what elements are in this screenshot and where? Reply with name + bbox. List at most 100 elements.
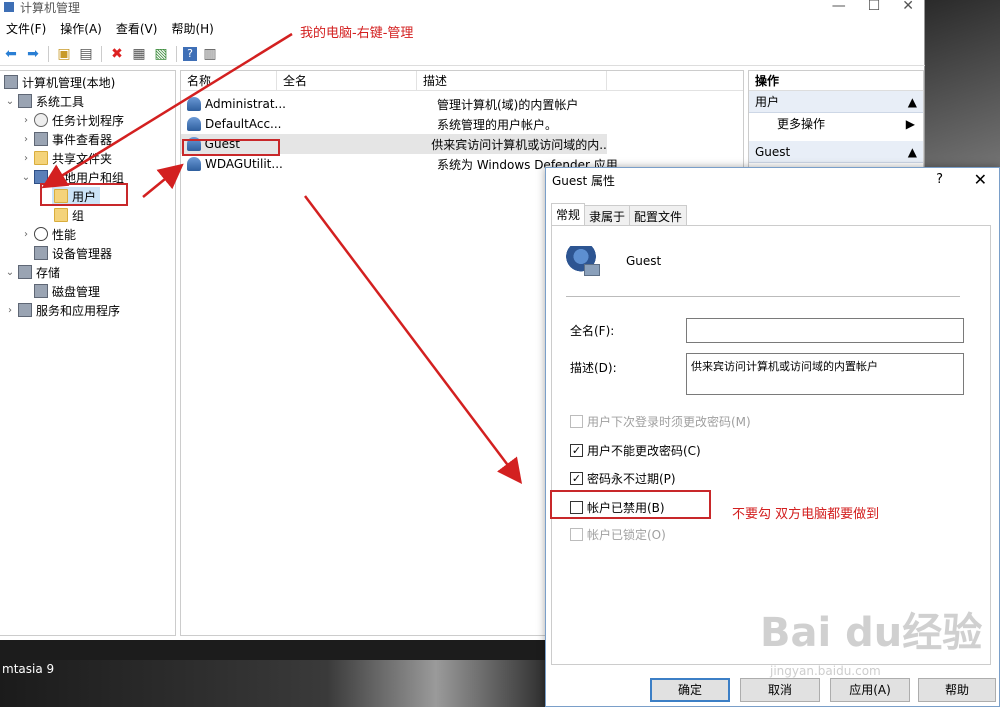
tree-task-scheduler[interactable]: › 任务计划程序 <box>20 111 124 129</box>
tree-disk-management[interactable]: 磁盘管理 <box>32 282 100 300</box>
tree-label: 服务和应用程序 <box>36 303 121 318</box>
shared-folder-icon <box>34 151 48 165</box>
user-icon <box>187 157 201 171</box>
menu-help[interactable]: 帮助(H) <box>171 20 213 40</box>
cancel-button[interactable]: 取消 <box>740 678 820 702</box>
highlight-users-box <box>40 183 128 206</box>
user-icon <box>187 117 201 131</box>
tree-label: 设备管理器 <box>52 246 113 261</box>
chevron-down-icon[interactable]: ⌄ <box>4 267 16 278</box>
actions-pane: 操作 用户 ▲ 更多操作 ▶ Guest ▲ <box>748 70 924 170</box>
highlight-guest-box <box>182 139 280 156</box>
list-item[interactable]: DefaultAcc... 系统管理的用户帐户。 <box>181 114 617 134</box>
title-bar: 计算机管理 <box>0 0 924 15</box>
up-folder-icon[interactable]: ▣ <box>55 45 73 63</box>
tree-services-apps[interactable]: › 服务和应用程序 <box>4 301 120 319</box>
collapse-up-icon[interactable]: ▲ <box>908 141 917 162</box>
menu-file[interactable]: 文件(F) <box>6 20 46 40</box>
tree-label: 共享文件夹 <box>52 151 113 166</box>
actions-section-users[interactable]: 用户 ▲ <box>749 91 923 113</box>
chevron-right-icon[interactable]: › <box>20 115 32 126</box>
check-icon[interactable]: ✓ <box>570 444 583 457</box>
chevron-right-icon[interactable]: › <box>4 305 16 316</box>
tree-label: 组 <box>72 208 85 223</box>
tree-label: 存储 <box>36 265 61 280</box>
help-question-button[interactable]: ? <box>936 172 943 187</box>
user-name: Guest <box>626 254 662 268</box>
chevron-down-icon[interactable]: ⌄ <box>4 96 16 107</box>
properties-icon[interactable]: ▦ <box>130 45 148 63</box>
forward-arrow-icon[interactable]: ➡ <box>24 45 42 63</box>
close-button[interactable]: ✕ <box>902 0 914 14</box>
tree-root[interactable]: 计算机管理(本地) <box>2 73 115 91</box>
row-description: 供来宾访问计算机或访问域的内... <box>431 137 608 152</box>
tree-groups[interactable]: 组 <box>52 206 84 224</box>
account-locked-checkbox[interactable]: 帐户已锁定(O) <box>570 526 666 543</box>
check-icon[interactable]: ✓ <box>570 472 583 485</box>
help-button[interactable]: 帮助 <box>918 678 996 702</box>
back-arrow-icon[interactable]: ⬅ <box>2 45 20 63</box>
watermark-url: jingyan.baidu.com <box>770 664 881 678</box>
collapse-up-icon[interactable]: ▲ <box>908 91 917 112</box>
cannot-change-password-checkbox[interactable]: ✓ 用户不能更改密码(C) <box>570 442 701 459</box>
fullname-input[interactable] <box>686 318 964 343</box>
actions-section-guest[interactable]: Guest ▲ <box>749 141 923 163</box>
column-fullname[interactable]: 全名 <box>277 71 417 90</box>
help-icon[interactable]: ? <box>183 46 197 61</box>
checkbox-label: 用户下次登录时须更改密码(M) <box>587 415 751 429</box>
watermark-brand: Bai du经验 <box>760 610 983 656</box>
tree-label: 性能 <box>52 227 77 242</box>
tree-storage[interactable]: ⌄ 存储 <box>4 263 60 281</box>
console-window-icon[interactable]: ▥ <box>201 45 219 63</box>
services-icon <box>18 303 32 317</box>
tree-device-manager[interactable]: 设备管理器 <box>32 244 112 262</box>
chevron-right-icon[interactable]: › <box>20 229 32 240</box>
menu-action[interactable]: 操作(A) <box>60 20 102 40</box>
toolbar: ⬅ ➡ ▣ ▤ ✖ ▦ ▧ ? ▥ <box>0 42 925 66</box>
computer-icon <box>4 75 18 89</box>
ok-button[interactable]: 确定 <box>650 678 730 702</box>
chevron-right-icon[interactable]: › <box>20 153 32 164</box>
apply-button[interactable]: 应用(A) <box>830 678 910 702</box>
password-never-expires-checkbox[interactable]: ✓ 密码永不过期(P) <box>570 470 676 487</box>
tree-event-viewer[interactable]: › 事件查看器 <box>20 130 112 148</box>
general-tab-panel: Guest 全名(F): 描述(D): 供来宾访问计算机或访问域的内置帐户 用户… <box>551 225 991 665</box>
tree-system-tools[interactable]: ⌄ 系统工具 <box>4 92 84 110</box>
maximize-button[interactable]: ☐ <box>868 0 881 14</box>
description-label: 描述(D): <box>570 361 617 375</box>
dialog-tabs: 常规 隶属于 配置文件 <box>551 203 688 225</box>
minimize-button[interactable]: — <box>832 0 846 14</box>
description-input[interactable]: 供来宾访问计算机或访问域的内置帐户 <box>686 353 964 395</box>
list-item[interactable]: Administrat... 管理计算机(域)的内置帐户 <box>181 94 617 114</box>
chevron-down-icon[interactable]: ⌄ <box>20 172 32 183</box>
divider <box>566 296 960 297</box>
tab-profile[interactable]: 配置文件 <box>629 205 688 225</box>
menu-bar: 文件(F) 操作(A) 查看(V) 帮助(H) <box>0 20 214 40</box>
event-viewer-icon <box>34 132 48 146</box>
taskbar-label[interactable]: mtasia 9 <box>0 660 56 678</box>
toolbar-divider <box>48 45 49 62</box>
console-tree: 计算机管理(本地) ⌄ 系统工具 › 任务计划程序 › 事件查看器 › 共享文件… <box>0 70 176 636</box>
tree-performance[interactable]: › 性能 <box>20 225 76 243</box>
show-hide-tree-icon[interactable]: ▤ <box>77 45 95 63</box>
column-description[interactable]: 描述 <box>417 71 607 90</box>
more-actions-label: 更多操作 <box>777 117 826 131</box>
disk-icon <box>34 284 48 298</box>
tree-shared-folders[interactable]: › 共享文件夹 <box>20 149 112 167</box>
tab-general[interactable]: 常规 <box>551 203 586 225</box>
must-change-password-checkbox[interactable]: 用户下次登录时须更改密码(M) <box>570 413 751 430</box>
menu-view[interactable]: 查看(V) <box>116 20 158 40</box>
more-actions-item[interactable]: 更多操作 ▶ <box>749 113 923 135</box>
performance-icon <box>34 227 48 241</box>
dialog-close-button[interactable]: ✕ <box>974 170 987 189</box>
export-list-icon[interactable]: ▧ <box>152 45 170 63</box>
column-name[interactable]: 名称 <box>181 71 277 90</box>
chevron-right-icon[interactable]: › <box>20 134 32 145</box>
row-name: DefaultAcc... <box>205 117 282 131</box>
toolbar-divider <box>176 45 177 62</box>
checkbox-box[interactable] <box>570 528 583 541</box>
checkbox-box[interactable] <box>570 415 583 428</box>
delete-icon[interactable]: ✖ <box>108 45 126 63</box>
tab-member-of[interactable]: 隶属于 <box>584 205 631 225</box>
fullname-label: 全名(F): <box>570 324 615 338</box>
